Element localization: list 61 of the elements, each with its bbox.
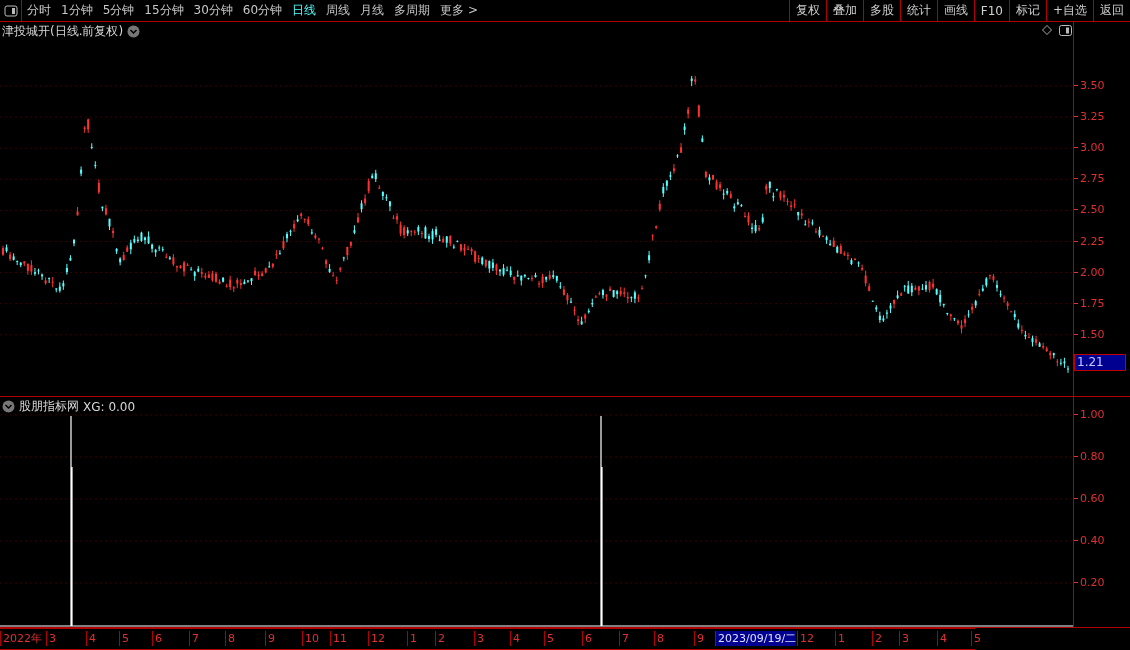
- dropdown-icon[interactable]: [127, 25, 141, 38]
- price-axis-label: 3.50: [1074, 79, 1105, 92]
- date-axis-label: 4: [510, 631, 520, 646]
- indicator-axis-label: 0.80: [1074, 450, 1105, 463]
- panel-icon: [3, 4, 18, 17]
- date-axis-label: 9: [265, 631, 275, 646]
- diamond-icon[interactable]: [1042, 25, 1052, 35]
- price-axis-label: 2.00: [1074, 265, 1105, 279]
- date-axis-label: 12: [797, 631, 814, 646]
- period-tab[interactable]: 多周期: [389, 0, 436, 21]
- date-axis-label: 1: [835, 631, 845, 646]
- price-axis-label: 3.25: [1074, 110, 1105, 124]
- date-axis-label: 7: [619, 631, 629, 646]
- date-axis-label: 12: [368, 631, 385, 646]
- date-axis-label: 3: [46, 631, 56, 646]
- price-axis-label: 2.75: [1074, 172, 1105, 186]
- period-tab[interactable]: 1分钟: [56, 0, 98, 21]
- date-axis-label: 4: [86, 631, 96, 646]
- date-axis-label: 5: [119, 631, 129, 646]
- price-axis-label: 1.50: [1074, 327, 1105, 341]
- date-axis-label: 8: [225, 631, 235, 646]
- period-tab[interactable]: 30分钟: [188, 0, 238, 21]
- date-axis-label: 5: [971, 631, 981, 646]
- date-axis-label: 3: [899, 631, 909, 646]
- chart-title: 津投城开(日线.前复权): [2, 23, 124, 40]
- current-price-label: 1.21: [1074, 354, 1126, 371]
- period-tab[interactable]: 日线: [287, 0, 322, 21]
- indicator-axis-label: 0.60: [1074, 492, 1105, 505]
- period-tab[interactable]: 5分钟: [97, 0, 140, 21]
- date-axis-label: 3: [474, 631, 484, 646]
- date-axis-label: 2: [872, 631, 882, 646]
- cursor-date-label: 2023/09/19/二: [715, 631, 797, 646]
- period-tab[interactable]: 周线: [321, 0, 356, 21]
- indicator-name: 股朋指标网: [19, 398, 79, 415]
- period-tab[interactable]: 更多 >: [435, 0, 483, 21]
- indicator-axis-label: 0.20: [1074, 576, 1105, 589]
- panel-icon[interactable]: [1059, 25, 1072, 36]
- period-tab[interactable]: 60分钟: [237, 0, 288, 21]
- period-tab[interactable]: 15分钟: [139, 0, 189, 21]
- date-axis-label: 6: [152, 631, 162, 646]
- price-axis-label: 2.50: [1074, 203, 1105, 217]
- indicator-axis-label: 1.00: [1074, 408, 1105, 421]
- period-tab[interactable]: 分时: [22, 0, 56, 21]
- indicator-reading: XG: 0.00: [83, 399, 136, 414]
- period-tab[interactable]: 月线: [355, 0, 390, 21]
- price-axis-label: 2.25: [1074, 234, 1105, 248]
- date-axis-label: 6: [582, 631, 592, 646]
- date-axis-label: 8: [654, 631, 664, 646]
- date-axis-label: 1: [407, 631, 417, 646]
- date-axis-label: 11: [330, 631, 347, 646]
- date-axis-label: 4: [937, 631, 947, 646]
- dropdown-icon[interactable]: [2, 400, 15, 413]
- date-axis-label: 7: [189, 631, 199, 646]
- date-axis-label: 2: [435, 631, 445, 646]
- date-axis-label: 9: [694, 631, 704, 646]
- date-axis-label: 10: [302, 631, 319, 646]
- indicator-axis-label: 0.40: [1074, 534, 1105, 547]
- date-axis-label: 5: [544, 631, 554, 646]
- date-axis-label: 2022年: [0, 631, 42, 646]
- price-axis-label: 1.75: [1074, 296, 1105, 310]
- price-axis-label: 3.00: [1074, 141, 1105, 155]
